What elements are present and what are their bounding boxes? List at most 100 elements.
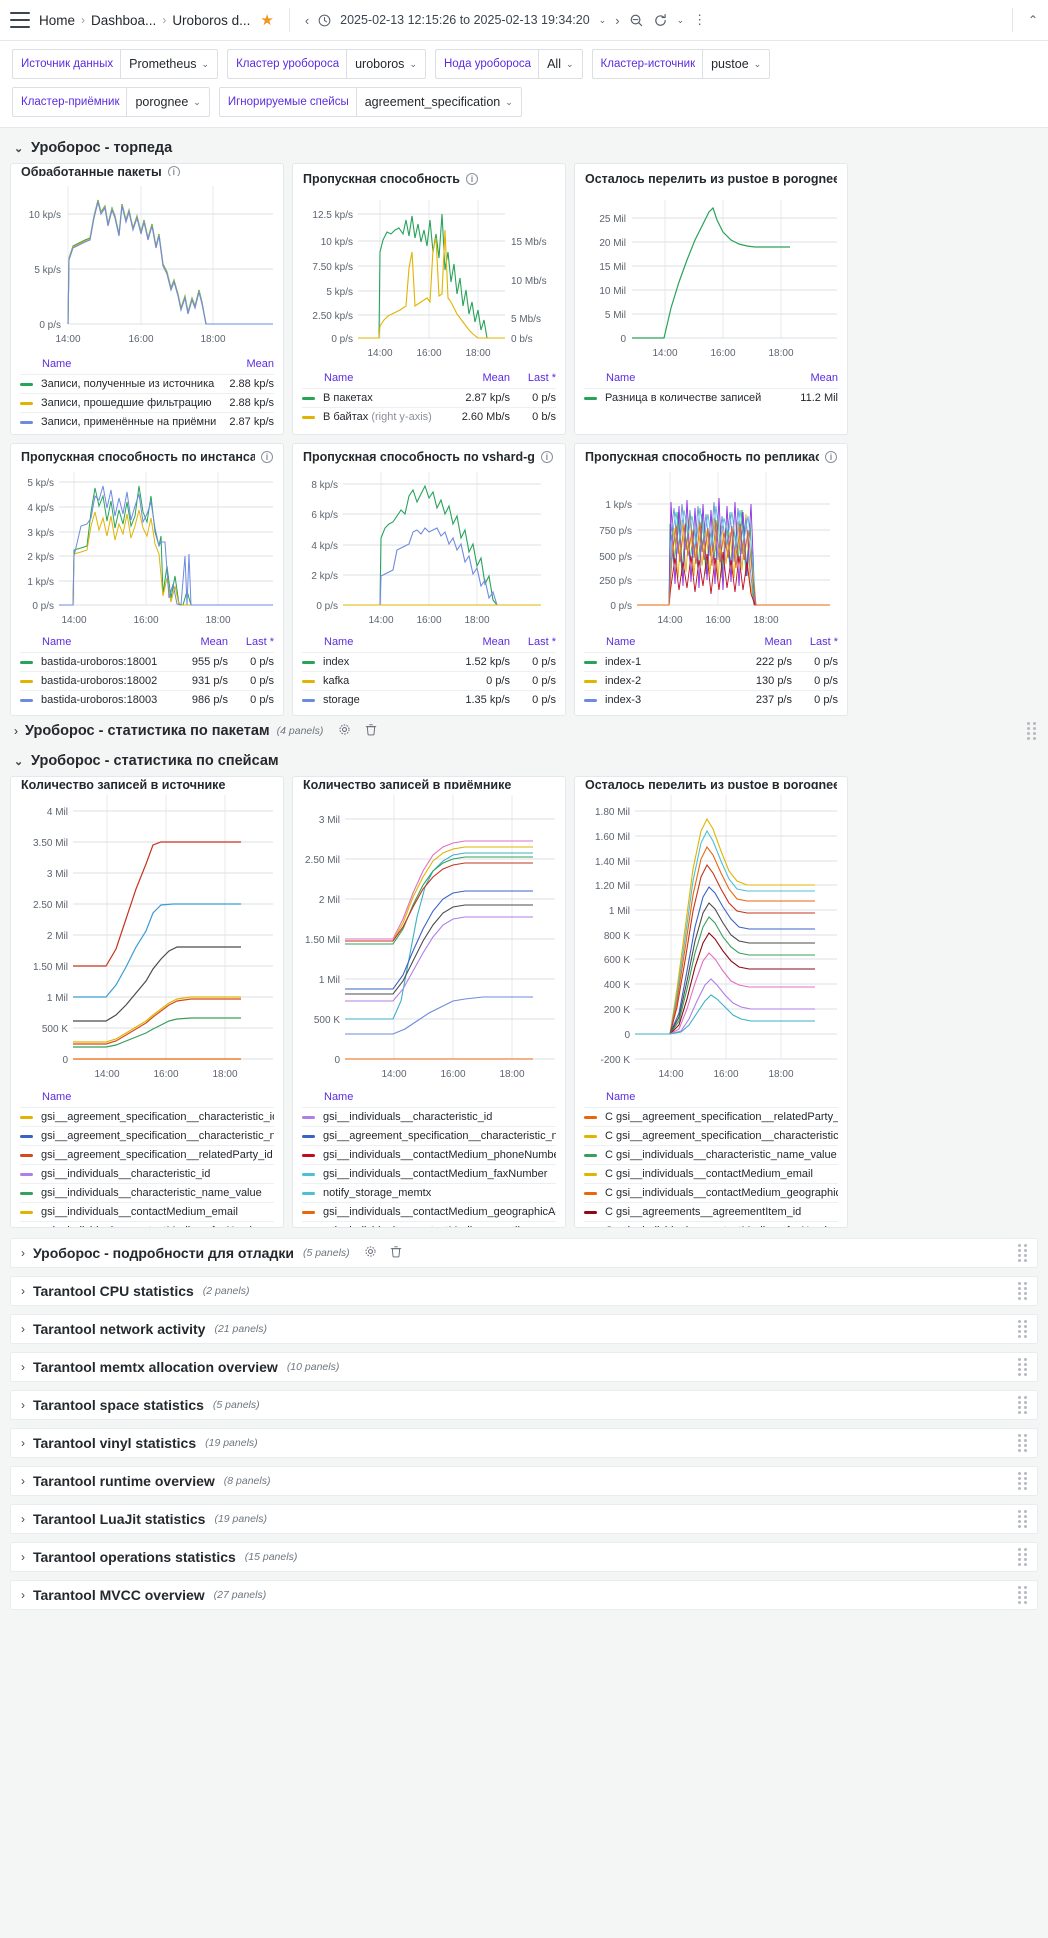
panel-header[interactable]: Пропускная способность по vshard-g i [293,444,565,466]
row-header-torpeda[interactable]: ⌄ Уроборос - торпеда [10,134,1038,163]
variable-dropdown[interactable]: All ⌄ [538,49,583,79]
chart-throughput[interactable]: 12.5 kp/s 10 kp/s 7.50 kp/s 5 kp/s 2.50 … [293,190,565,370]
collapsed-row[interactable]: › Tarantool LuaJit statistics (19 panels) [10,1504,1038,1534]
legend-row[interactable]: gsi__agreement_specification__characteri… [302,1126,556,1145]
legend-col-last[interactable]: Last * [228,636,274,648]
variable-dropdown[interactable]: pustoe ⌄ [702,49,771,79]
panel-header[interactable]: Пропускная способность по инстансa i [11,444,283,466]
legend-row[interactable]: gsi__individuals__contactMedium_email [302,1221,556,1227]
legend-col-name[interactable]: Name [584,372,780,384]
chart-records-sink[interactable]: 3 Mil 2.50 Mil 2 Mil 1.50 Mil 1 Mil 500 … [293,789,565,1089]
drag-handle[interactable] [1018,1472,1027,1490]
legend-row[interactable]: Записи, прошедшие фильтрацию 2.88 kp/s [20,393,274,412]
legend-row[interactable]: kafka 0 p/s 0 p/s [302,671,556,690]
legend-row[interactable]: Записи, полученные из источника 2.88 kp/… [20,374,274,393]
drag-handle[interactable] [1018,1586,1027,1604]
legend-row[interactable]: gsi__individuals__contactMedium_geograph… [302,1202,556,1221]
legend-col-name[interactable]: Name [584,1091,838,1103]
drag-handle[interactable] [1018,1320,1027,1338]
legend-col-name[interactable]: Name [20,358,216,370]
legend-row[interactable]: index 1.52 kp/s 0 p/s [302,652,556,671]
row-header-debug[interactable]: › Уроборос - подробности для отладки (5 … [10,1238,1038,1268]
chevron-left-icon[interactable]: ‹ [305,13,309,28]
info-icon[interactable]: i [167,166,180,176]
drag-handle[interactable] [1018,1244,1027,1262]
collapsed-row[interactable]: › Tarantool memtx allocation overview (10 … [10,1352,1038,1382]
legend-row[interactable]: gsi__agreement_specification__characteri… [20,1126,274,1145]
legend-row[interactable]: bastida-uroboros:18002 931 p/s 0 p/s [20,671,274,690]
legend-row[interactable]: C gsi__individuals__characteristic_name_… [584,1145,838,1164]
legend-row[interactable]: index-2 130 p/s 0 p/s [584,671,838,690]
legend-col-last[interactable]: Last * [510,372,556,384]
kebab-menu-icon[interactable]: ⋮ [693,12,706,28]
legend-col-name[interactable]: Name [584,636,734,648]
gear-icon[interactable] [364,1245,377,1261]
collapsed-row[interactable]: › Tarantool space statistics (5 panels) [10,1390,1038,1420]
panel-header[interactable]: Пропускная способность по репликас i [575,444,847,466]
legend-row[interactable]: gsi__individuals__characteristic_name_va… [20,1183,274,1202]
collapsed-row[interactable]: › Tarantool operations statistics (15 pane… [10,1542,1038,1572]
legend-row[interactable]: gsi__agreement_specification__characteri… [20,1107,274,1126]
legend-row[interactable]: storage 1.35 kp/s 0 p/s [302,690,556,709]
info-icon[interactable]: i [465,173,478,185]
legend-row[interactable]: C gsi__individuals__contactMedium_email [584,1164,838,1183]
panel-header[interactable]: Количество записей в источнике [11,777,283,789]
drag-handle[interactable] [1018,1510,1027,1528]
trash-icon[interactable] [390,1245,402,1261]
legend-col-name[interactable]: Name [20,636,170,648]
panel-header[interactable]: Осталось перелить из pustoe в porognee [575,164,847,190]
chart-throughput-instances[interactable]: 5 kp/s 4 kp/s 3 kp/s 2 kp/s 1 kp/s 0 p/s… [11,466,283,634]
variable-dropdown[interactable]: uroboros ⌄ [346,49,426,79]
legend-col-mean[interactable]: Mean [452,636,510,648]
legend-row[interactable]: Разница в количестве записей 11.2 Mil [584,388,838,407]
legend-row[interactable]: index-3 237 p/s 0 p/s [584,690,838,709]
chart-remaining-spaces[interactable]: 1.80 Mil 1.60 Mil 1.40 Mil 1.20 Mil 1 Mi… [575,789,847,1089]
chart-remaining-transfer[interactable]: 25 Mil 20 Mil 15 Mil 10 Mil 5 Mil 0 14:0… [575,190,847,370]
legend-row[interactable]: Записи, применённые на приёмник 2.87 kp/… [20,412,274,431]
chevron-down-icon[interactable]: ⌄ [599,15,607,26]
legend-row[interactable]: C gsi__agreements__agreementItem_id [584,1202,838,1221]
variable-dropdown[interactable]: agreement_specification ⌄ [355,87,522,117]
breadcrumb-home[interactable]: Home [39,13,75,28]
legend-col-name[interactable]: Name [302,1091,556,1103]
refresh-icon[interactable] [653,13,668,28]
hamburger-icon[interactable] [10,12,30,28]
drag-handle[interactable] [1027,722,1036,740]
collapsed-row[interactable]: › Tarantool network activity (21 panels) [10,1314,1038,1344]
legend-col-mean[interactable]: Mean [780,372,838,384]
row-header-packets-stats[interactable]: › Уроборос - статистика по пакетам (4 pa… [10,716,1038,747]
chart-throughput-replicas[interactable]: 1 kp/s 750 p/s 500 p/s 250 p/s 0 p/s 14:… [575,466,847,634]
legend-row[interactable]: bastida-uroboros:18001 955 p/s 0 p/s [20,652,274,671]
legend-row[interactable]: notify_storage_memtx [302,1183,556,1202]
panel-header[interactable]: Осталось перелить из pustoe в porognee [575,777,847,789]
legend-row[interactable]: index-1 222 p/s 0 p/s [584,652,838,671]
breadcrumb-current-dashboard[interactable]: Uroboros d... [172,13,250,28]
panel-header[interactable]: Пропускная способность i [293,164,565,190]
legend-row[interactable]: C gsi__individuals__contactMedium_geogra… [584,1183,838,1202]
chart-records-source[interactable]: 4 Mil 3.50 Mil 3 Mil 2.50 Mil 2 Mil 1.50… [11,789,283,1089]
collapsed-row[interactable]: › Tarantool vinyl statistics (19 panels) [10,1428,1038,1458]
legend-row[interactable]: C gsi__individuals__contactMedium_faxNum… [584,1221,838,1227]
drag-handle[interactable] [1018,1548,1027,1566]
drag-handle[interactable] [1018,1282,1027,1300]
legend-col-name[interactable]: Name [302,636,452,648]
refresh-interval-chevron-icon[interactable]: ⌄ [677,15,685,26]
legend-col-name[interactable]: Name [20,1091,274,1103]
panel-header[interactable]: Количество записей в приёмнике [293,777,565,789]
info-icon[interactable]: i [540,451,553,463]
legend-col-mean[interactable]: Mean [452,372,510,384]
gear-icon[interactable] [338,723,351,739]
row-header-spaces-stats[interactable]: ⌄ Уроборос - статистика по спейсам [10,747,1038,776]
collapsed-row[interactable]: › Tarantool CPU statistics (2 panels) [10,1276,1038,1306]
star-icon[interactable]: ★ [260,11,273,29]
collapsed-row[interactable]: › Tarantool MVCC overview (27 panels) [10,1580,1038,1610]
chart-throughput-vshard[interactable]: 8 kp/s 6 kp/s 4 kp/s 2 kp/s 0 p/s 14:00 … [293,466,565,634]
legend-col-mean[interactable]: Mean [216,358,274,370]
legend-row[interactable]: C gsi__agreement_specification__relatedP… [584,1107,838,1126]
legend-col-mean[interactable]: Mean [734,636,792,648]
drag-handle[interactable] [1018,1396,1027,1414]
variable-dropdown[interactable]: porognee ⌄ [126,87,210,117]
panel-header[interactable]: Обработанные пакеты i [11,164,283,176]
legend-col-last[interactable]: Last * [792,636,838,648]
legend-row[interactable]: gsi__individuals__contactMedium_email [20,1202,274,1221]
